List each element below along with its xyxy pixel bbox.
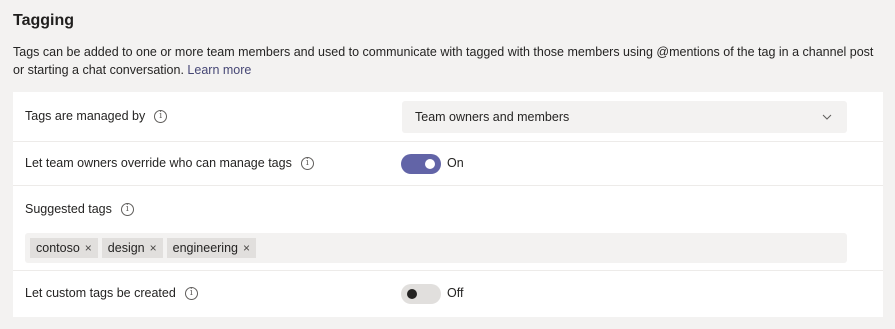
custom-tags-row: Let custom tags be created i Off xyxy=(13,271,883,317)
custom-tags-toggle[interactable] xyxy=(401,284,441,304)
custom-tags-toggle-state: Off xyxy=(447,286,464,300)
description-text: Tags can be added to one or more team me… xyxy=(13,45,874,77)
managed-by-dropdown[interactable]: Team owners and members xyxy=(402,101,847,133)
info-icon[interactable]: i xyxy=(120,202,134,216)
learn-more-link[interactable]: Learn more xyxy=(187,63,251,77)
toggle-knob xyxy=(425,159,435,169)
chevron-down-icon xyxy=(822,114,832,120)
tag-chip: contoso × xyxy=(30,238,98,258)
suggested-tags-label: Suggested tags xyxy=(25,202,112,216)
custom-tags-label: Let custom tags be created xyxy=(25,286,176,300)
override-row: Let team owners override who can manage … xyxy=(13,142,883,186)
tag-chip: design × xyxy=(101,238,163,258)
suggested-tags-row: Suggested tags i contoso × design × engi… xyxy=(13,186,883,271)
info-icon[interactable]: i xyxy=(184,286,198,300)
tag-label: contoso xyxy=(36,241,80,255)
toggle-knob xyxy=(407,289,417,299)
managed-by-row: Tags are managed by i Team owners and me… xyxy=(13,92,883,142)
info-icon[interactable]: i xyxy=(300,156,314,170)
suggested-tags-input[interactable]: contoso × design × engineering × xyxy=(25,233,847,263)
override-toggle-state: On xyxy=(447,156,464,170)
tag-label: engineering xyxy=(172,241,238,255)
info-icon[interactable]: i xyxy=(154,109,168,123)
override-label: Let team owners override who can manage … xyxy=(25,156,292,170)
settings-card: Tags are managed by i Team owners and me… xyxy=(13,92,883,317)
override-toggle[interactable] xyxy=(401,154,441,174)
section-title: Tagging xyxy=(13,12,75,29)
tag-chip: engineering × xyxy=(166,238,257,258)
tag-label: design xyxy=(107,241,145,255)
dropdown-value: Team owners and members xyxy=(415,110,570,124)
remove-tag-icon[interactable]: × xyxy=(150,241,157,255)
managed-by-label: Tags are managed by xyxy=(25,109,146,123)
remove-tag-icon[interactable]: × xyxy=(243,241,250,255)
section-description: Tags can be added to one or more team me… xyxy=(13,43,883,79)
remove-tag-icon[interactable]: × xyxy=(85,241,92,255)
